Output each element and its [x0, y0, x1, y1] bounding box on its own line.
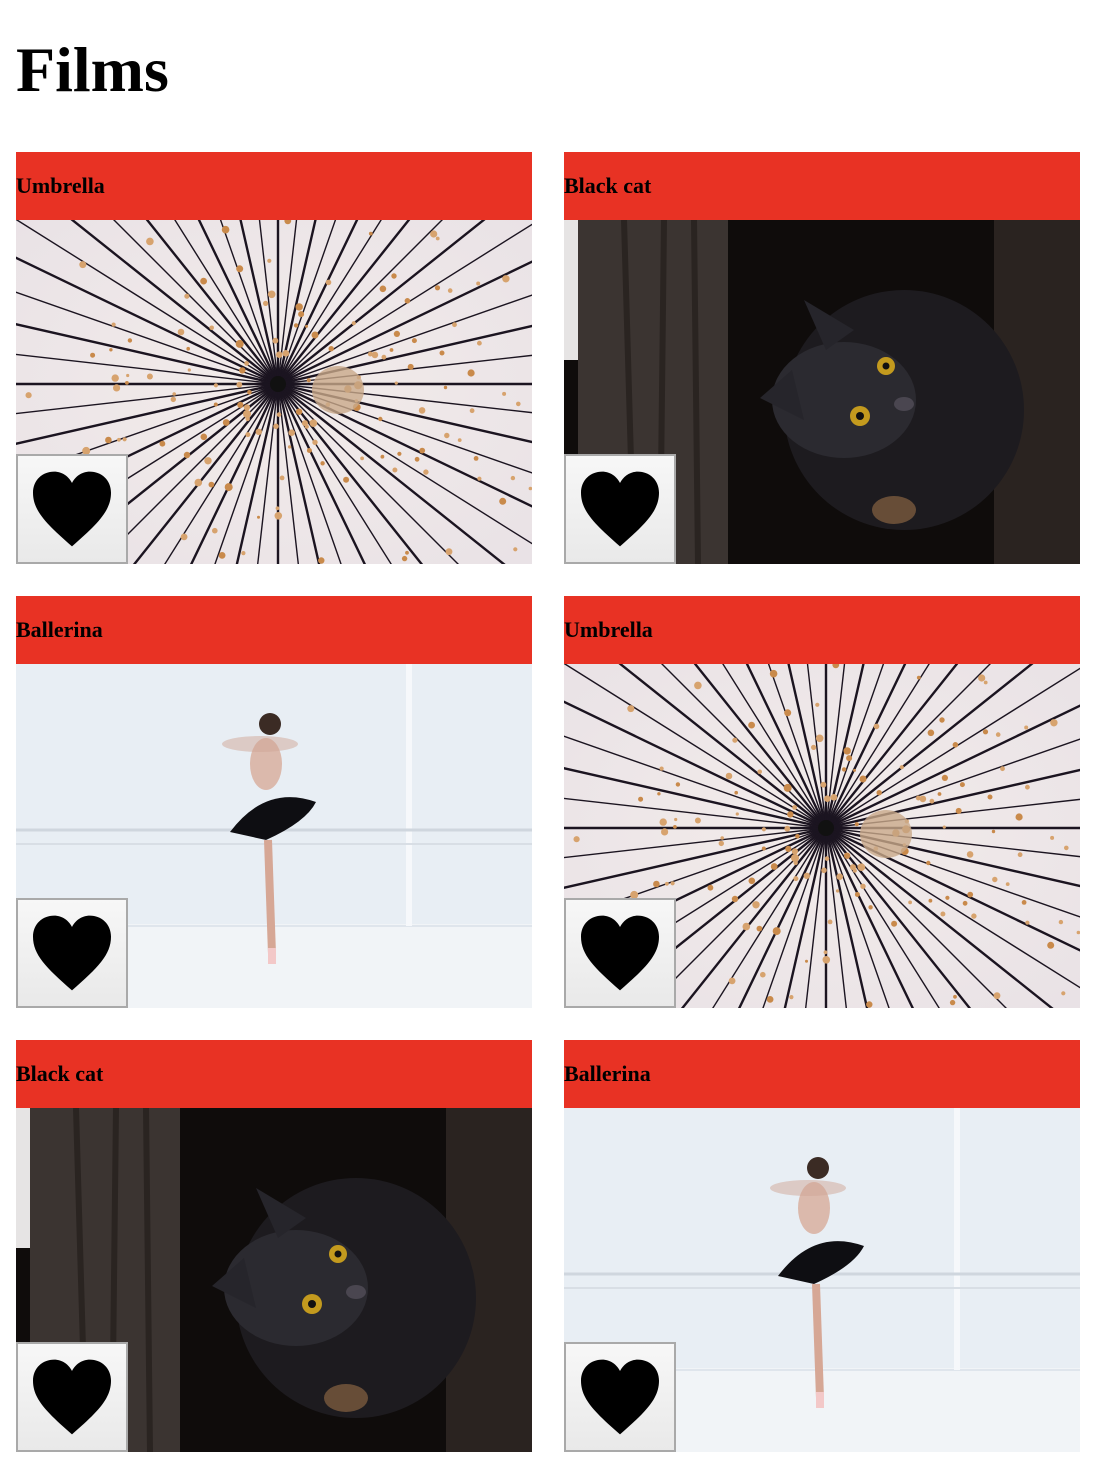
- film-title: Ballerina: [16, 617, 103, 642]
- page-title: Films: [16, 34, 169, 105]
- like-button[interactable]: [16, 454, 128, 564]
- like-button[interactable]: [564, 1342, 676, 1452]
- film-card-header: Umbrella: [564, 596, 1080, 664]
- like-button[interactable]: [16, 898, 128, 1008]
- film-image-umbrella: [16, 220, 532, 564]
- film-image-ballerina: [564, 1108, 1080, 1452]
- heart-icon: [31, 914, 113, 992]
- film-card: Umbrella: [564, 596, 1080, 1008]
- film-title: Umbrella: [564, 617, 653, 642]
- film-title: Umbrella: [16, 173, 105, 198]
- film-title: Ballerina: [564, 1061, 651, 1086]
- film-card: Black cat: [16, 1040, 532, 1452]
- film-card-header: Black cat: [564, 152, 1080, 220]
- film-card-header: Black cat: [16, 1040, 532, 1108]
- film-card: Umbrella: [16, 152, 532, 564]
- film-card-header: Ballerina: [564, 1040, 1080, 1108]
- film-card: Ballerina: [16, 596, 532, 1008]
- film-image-umbrella: [564, 664, 1080, 1008]
- like-button[interactable]: [564, 898, 676, 1008]
- like-button[interactable]: [16, 1342, 128, 1452]
- film-card-header: Umbrella: [16, 152, 532, 220]
- film-title: Black cat: [16, 1061, 104, 1086]
- film-grid: Umbrella Black cat Ballerina Umbrella Bl…: [16, 152, 1080, 1452]
- heart-icon: [579, 914, 661, 992]
- heart-icon: [31, 1358, 113, 1436]
- film-image-black-cat: [564, 220, 1080, 564]
- film-image-black-cat: [16, 1108, 532, 1452]
- film-card: Black cat: [564, 152, 1080, 564]
- like-button[interactable]: [564, 454, 676, 564]
- film-card: Ballerina: [564, 1040, 1080, 1452]
- heart-icon: [31, 470, 113, 548]
- heart-icon: [579, 1358, 661, 1436]
- heart-icon: [579, 470, 661, 548]
- film-title: Black cat: [564, 173, 652, 198]
- film-card-header: Ballerina: [16, 596, 532, 664]
- film-image-ballerina: [16, 664, 532, 1008]
